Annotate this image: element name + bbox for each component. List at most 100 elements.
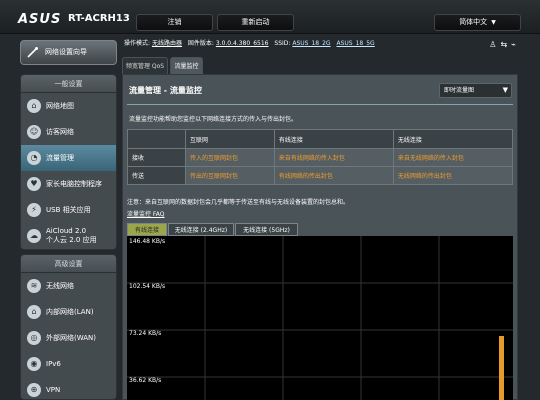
traffic-graph: 146.48 KB/s 102.54 KB/s 73.24 KB/s 36.62…: [127, 236, 513, 400]
language-select[interactable]: 简体中文 ▼: [434, 14, 521, 31]
sidebar-item-label: 无线网络: [46, 282, 74, 290]
sidebar-item-label: 外部网络(WAN): [46, 334, 97, 342]
status-info-bar: 操作模式: 无线路由器 固件版本: 3.0.0.4.380_6516 SSID:…: [124, 37, 524, 51]
graph-label-3: 73.24 KB/s: [129, 330, 161, 337]
sidebar-item-guest-network[interactable]: ☺ 访客网络: [21, 119, 116, 145]
page-title: 流量管理 - 流量监控: [129, 86, 202, 95]
firmware-value-link[interactable]: 3.0.0.4.380_6516: [216, 40, 269, 47]
sidebar-item-label: AiCloud 2.0 个人云 2.0 应用: [46, 227, 97, 245]
sidebar-item-traffic-manager[interactable]: ◔ 流量管理: [21, 145, 116, 171]
share-icon[interactable]: ⇆: [500, 40, 511, 49]
cloud-icon: ☁: [27, 229, 41, 243]
aicloud-title: AiCloud 2.0: [46, 227, 87, 235]
quick-setup-label: 网络设置向导: [45, 48, 87, 56]
traffic-graph-svg: 146.48 KB/s 102.54 KB/s 73.24 KB/s 36.62…: [127, 236, 513, 400]
advanced-settings-panel: 高级设置 ≋ 无线网络 ⌂ 内部网络(LAN) ◎ 外部网络(WAN) ◉ IP…: [20, 254, 117, 400]
table-cell: 传出的互联网封包: [185, 166, 275, 185]
table-header-wireless: 无线连接: [392, 129, 514, 149]
sidebar-item-parental-control[interactable]: ♥ 家长电脑控制程序: [21, 171, 116, 197]
sidebar-item-wan[interactable]: ◎ 外部网络(WAN): [21, 325, 116, 351]
asus-logo[interactable]: ASUS: [18, 12, 61, 27]
usb-status-icon[interactable]: ⌁: [511, 40, 520, 49]
sidebar-item-network-map[interactable]: ⌂ 网络地图: [21, 93, 116, 119]
firmware-key: 固件版本:: [187, 40, 214, 47]
graph-tab-wired[interactable]: 有线连接: [127, 223, 167, 236]
graph-label-1: 146.48 KB/s: [129, 238, 165, 245]
model-name: RT-ACRH13: [68, 13, 130, 24]
wan-icon: ◎: [27, 331, 41, 345]
mode-value-link[interactable]: 无线路由器: [152, 40, 182, 47]
table-header-blank: [127, 129, 186, 149]
aicloud-subtitle: 个人云 2.0 应用: [46, 236, 97, 244]
sidebar-item-aicloud[interactable]: ☁ AiCloud 2.0 个人云 2.0 应用: [21, 223, 116, 249]
ipv6-icon: ◉: [27, 357, 41, 371]
graph-tab-wireless-24[interactable]: 无线连接 (2.4GHz): [168, 223, 234, 236]
graph-grid: [127, 236, 513, 400]
ssid-2g-link[interactable]: ASUS_18_2G: [292, 40, 330, 47]
usb-icon: ⚡: [27, 203, 41, 217]
note-text: 注意：来自互联网的数据封包会几乎都等于传送至有线与无线设备装置的封包总和。: [127, 199, 350, 206]
sidebar-item-label: 流量管理: [46, 154, 74, 162]
sidebar-item-label: 访客网络: [46, 128, 74, 136]
quick-setup-button[interactable]: 网络设置向导: [20, 40, 117, 65]
general-settings-title: 一般设置: [21, 75, 116, 93]
guest-network-icon: ☺: [27, 125, 41, 139]
traffic-spike: [499, 336, 504, 400]
sidebar-item-lan[interactable]: ⌂ 内部网络(LAN): [21, 299, 116, 325]
reboot-button[interactable]: 重新启动: [217, 14, 294, 31]
tab-qos[interactable]: 频宽管理 QoS: [122, 57, 168, 74]
graph-label-2: 102.54 KB/s: [129, 283, 165, 290]
row-label-receive: 接收: [127, 148, 186, 167]
general-settings-panel: 一般设置 ⌂ 网络地图 ☺ 访客网络 ◔ 流量管理 ♥ 家长电脑控制程序 ⚡ U…: [20, 74, 117, 250]
sidebar-item-label: VPN: [46, 386, 61, 394]
table-header-row: 互联网 有线连接 无线连接: [127, 129, 514, 149]
parental-control-icon: ♥: [27, 177, 41, 191]
vpn-icon: ⊕: [27, 383, 41, 397]
table-header-wired: 有线连接: [273, 129, 394, 149]
sidebar-item-vpn[interactable]: ⊕ VPN: [21, 377, 116, 400]
wireless-icon: ≋: [27, 279, 41, 293]
traffic-info-table: 互联网 有线连接 无线连接 接收 传入的互联网封包 来自有线网络的传入封包 来自…: [127, 129, 514, 185]
graph-label-4: 36.62 KB/s: [129, 377, 161, 384]
tab-traffic-monitor[interactable]: 流量监控: [170, 57, 203, 74]
sidebar-item-label: 家长电脑控制程序: [46, 180, 102, 188]
row-label-transmit: 传送: [127, 166, 186, 185]
view-select-value: 即时流量图: [444, 87, 475, 94]
title-divider: [127, 104, 513, 105]
sidebar-item-wireless[interactable]: ≋ 无线网络: [21, 273, 116, 299]
mode-key: 操作模式:: [124, 40, 151, 47]
sidebar-item-label: 网络地图: [46, 102, 74, 110]
language-label: 简体中文: [459, 18, 488, 26]
wand-icon: [27, 47, 38, 58]
traffic-manager-icon: ◔: [27, 151, 41, 165]
faq-link[interactable]: 流量监控 FAQ: [127, 209, 165, 218]
sidebar-item-ipv6[interactable]: ◉ IPv6: [21, 351, 116, 377]
main-content: 流量管理 - 流量监控 即时流量图 ▼ 流量监控功能帮助您监控以下网络连接方式的…: [122, 74, 518, 400]
ssid-5g-link[interactable]: ASUS_18_5G: [336, 40, 374, 47]
lan-icon: ⌂: [27, 305, 41, 319]
user-icon[interactable]: ♙: [489, 40, 500, 49]
table-cell: 有线网络的传出封包: [273, 166, 394, 185]
chevron-down-icon: ▼: [491, 19, 496, 26]
ssid-key: SSID:: [274, 40, 291, 47]
network-map-icon: ⌂: [27, 99, 41, 113]
sidebar-item-usb[interactable]: ⚡ USB 相关应用: [21, 197, 116, 223]
table-header-internet: 互联网: [185, 129, 275, 149]
graph-tab-wireless-5[interactable]: 无线连接 (5GHz): [235, 223, 298, 236]
view-select-dropdown[interactable]: 即时流量图 ▼: [439, 83, 512, 98]
top-bar: ASUS RT-ACRH13 注销 重新启动 简体中文 ▼: [0, 0, 540, 34]
chevron-down-icon: ▼: [502, 86, 508, 94]
status-icons: ♙⇆⌁: [489, 38, 520, 52]
sidebar-item-label: IPv6: [46, 360, 61, 368]
sidebar-item-label: 内部网络(LAN): [46, 308, 94, 316]
table-cell: 传入的互联网封包: [185, 148, 275, 167]
table-cell: 来自无线网络的传入封包: [392, 148, 514, 167]
advanced-settings-title: 高级设置: [21, 255, 116, 273]
table-cell: 来自有线网络的传入封包: [273, 148, 394, 167]
table-cell: 无线网络的传出封包: [392, 166, 514, 185]
table-row: 传送 传出的互联网封包 有线网络的传出封包 无线网络的传出封包: [127, 166, 514, 185]
logout-button[interactable]: 注销: [136, 14, 213, 31]
sidebar-item-label: USB 相关应用: [46, 206, 91, 214]
description-text: 流量监控功能帮助您监控以下网络连接方式的传入与传出封包。: [129, 116, 298, 123]
table-row: 接收 传入的互联网封包 来自有线网络的传入封包 来自无线网络的传入封包: [127, 148, 514, 167]
